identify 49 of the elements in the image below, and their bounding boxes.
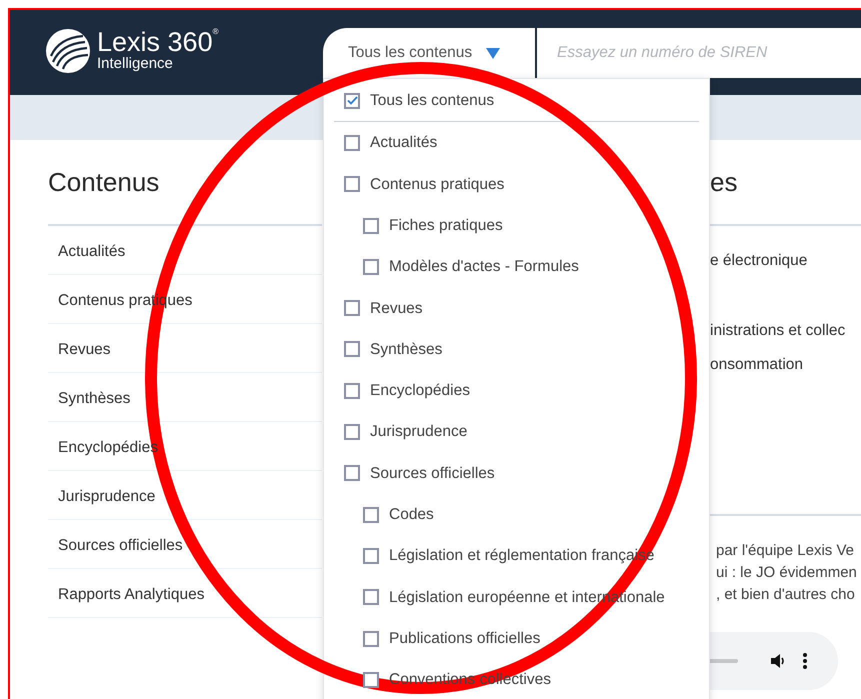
content-link[interactable]: Sources officielles: [58, 534, 183, 558]
description-text-line: ui : le JO évidemmen: [715, 563, 858, 583]
checkmark-icon: [346, 96, 358, 106]
checkbox[interactable]: [363, 548, 379, 564]
registered-mark: ®: [212, 28, 218, 36]
checkbox[interactable]: [344, 465, 360, 482]
menu-option[interactable]: Fiches pratiques: [389, 214, 503, 238]
checkbox[interactable]: [344, 341, 360, 358]
menu-option[interactable]: Modèles d'actes - Formules: [389, 255, 579, 278]
search-field[interactable]: Essayez un numéro de SIREN: [537, 28, 861, 78]
menu-option[interactable]: Actualités: [370, 131, 438, 155]
checkbox[interactable]: [363, 630, 379, 646]
checkbox[interactable]: [344, 424, 360, 440]
content-link[interactable]: Actualités: [58, 240, 126, 264]
logo-icon: [45, 28, 91, 74]
description-text-line: par l'équipe Lexis Ve: [715, 541, 855, 561]
caret-down-icon: [486, 48, 500, 58]
checkbox[interactable]: [344, 382, 360, 399]
content-link[interactable]: inistrations et collec: [710, 320, 861, 342]
menu-option[interactable]: Publications officielles: [389, 626, 540, 650]
checkbox[interactable]: [363, 218, 379, 234]
content-link[interactable]: e électronique: [710, 250, 861, 272]
checkbox[interactable]: [344, 300, 360, 316]
volume-icon[interactable]: [770, 653, 786, 669]
checkbox[interactable]: [363, 258, 379, 275]
menu-option[interactable]: Jurisprudence: [370, 420, 468, 444]
content-link[interactable]: Revues: [58, 338, 111, 362]
more-options-icon[interactable]: [803, 653, 807, 669]
checkbox[interactable]: [344, 92, 360, 109]
menu-option[interactable]: Codes: [389, 502, 434, 526]
checkbox[interactable]: [344, 134, 360, 151]
menu-option[interactable]: Contenus pratiques: [370, 172, 504, 196]
content-link[interactable]: Jurisprudence: [58, 485, 156, 509]
menu-option[interactable]: Tous les contenus: [370, 89, 494, 112]
content-link[interactable]: Rapports Analytiques: [58, 583, 204, 607]
menu-option[interactable]: Revues: [370, 296, 423, 320]
menu-option[interactable]: Synthèses: [370, 338, 442, 362]
logo-tagline: Intelligence: [97, 56, 174, 72]
menu-option[interactable]: Encyclopédies: [370, 379, 470, 402]
checkbox[interactable]: [363, 672, 379, 688]
content-link[interactable]: Synthèses: [58, 387, 130, 411]
description-text-line: , et bien d'autres cho: [715, 585, 856, 605]
logo-title: Lexis 360: [97, 28, 213, 56]
progress-track[interactable]: [710, 659, 738, 663]
checkbox[interactable]: [344, 176, 360, 192]
menu-option[interactable]: Sources officielles: [370, 462, 495, 485]
checkbox[interactable]: [363, 589, 379, 606]
checkbox[interactable]: [363, 506, 379, 523]
content-link[interactable]: onsommation: [710, 354, 861, 376]
